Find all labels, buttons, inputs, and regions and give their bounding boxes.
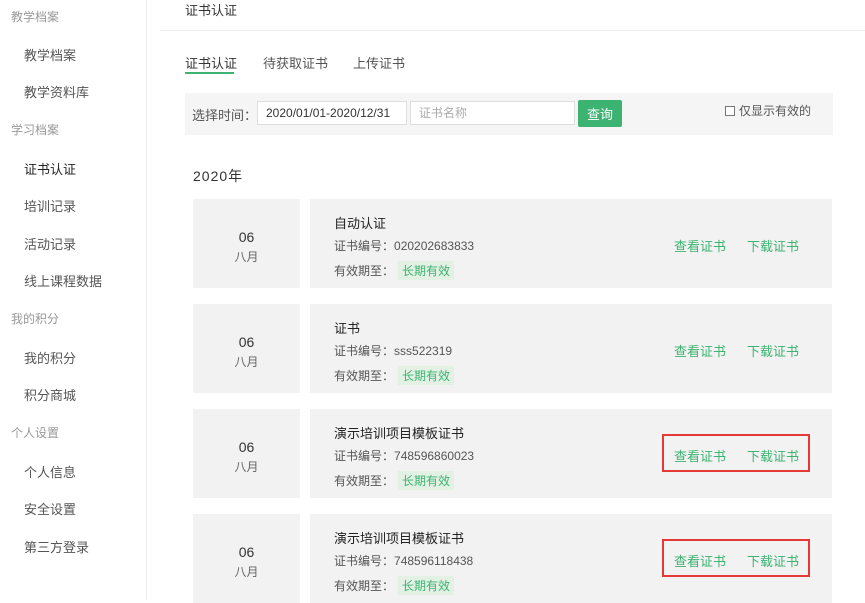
certificate-date: 06 八月 <box>193 199 300 288</box>
certificate-day: 06 <box>238 439 255 455</box>
view-certificate-link[interactable]: 查看证书 <box>674 341 726 360</box>
sidebar-item-online-course-data[interactable]: 线上课程数据 <box>24 271 102 290</box>
certificate-name: 自动认证 <box>334 216 387 231</box>
certificate-name: 演示培训项目模板证书 <box>334 531 465 546</box>
view-certificate-link[interactable]: 查看证书 <box>674 446 726 465</box>
sidebar-item-teaching-library[interactable]: 教学资料库 <box>24 82 89 101</box>
download-certificate-link[interactable]: 下载证书 <box>747 446 799 465</box>
certificate-date: 06 八月 <box>193 409 300 498</box>
certificate-name: 证书 <box>334 321 361 336</box>
certificate-card: 证书 证书编号：sss522319 有效期至： 长期有效 查看证书 下载证书 <box>310 304 832 393</box>
certificate-name: 演示培训项目模板证书 <box>334 426 465 441</box>
cert-no-value: 020202683833 <box>394 239 475 253</box>
certificate-name-input[interactable] <box>410 101 575 125</box>
certificate-date: 06 八月 <box>193 304 300 393</box>
certificate-number: 证书编号：sss522319 <box>334 342 452 359</box>
sidebar-group-label: 教学档案 <box>11 10 60 24</box>
cert-no-label: 证书编号： <box>334 239 395 253</box>
certificate-card: 演示培训项目模板证书 证书编号：748596860023 有效期至： 长期有效 查… <box>310 409 832 498</box>
sidebar: 教学档案 教学档案 教学资料库 学习档案 证书认证 培训记录 活动记录 线上课程… <box>0 0 147 600</box>
tab-upload-certificate[interactable]: 上传证书 <box>353 53 405 72</box>
certificate-number: 证书编号：748596118438 <box>334 552 473 569</box>
certificate-date: 06 八月 <box>193 514 300 603</box>
certificate-number: 证书编号：748596860023 <box>334 447 474 464</box>
date-range-input[interactable] <box>257 101 407 125</box>
checkbox-icon[interactable] <box>725 105 735 116</box>
filter-bar: 选择时间： 查询 仅显示有效的 <box>185 93 833 135</box>
tab-certificate-auth[interactable]: 证书认证 <box>185 53 237 72</box>
view-certificate-link[interactable]: 查看证书 <box>674 236 726 255</box>
valid-until-label: 有效期至： <box>334 369 395 383</box>
certificate-month: 八月 <box>234 460 259 474</box>
certificate-validity: 有效期至： 长期有效 <box>334 261 455 280</box>
sidebar-item-teaching-archive[interactable]: 教学档案 <box>24 45 76 64</box>
valid-until-label: 有效期至： <box>334 474 395 488</box>
cert-no-value: 748596860023 <box>394 449 475 463</box>
certificate-number: 证书编号：020202683833 <box>334 237 474 254</box>
main-content: 证书认证 证书认证 待获取证书 上传证书 选择时间： 查询 仅显示有效的 202… <box>146 0 865 603</box>
certificate-month: 八月 <box>234 250 259 264</box>
download-certificate-link[interactable]: 下载证书 <box>747 551 799 570</box>
only-valid-checkbox[interactable]: 仅显示有效的 <box>725 102 811 119</box>
only-valid-label: 仅显示有效的 <box>739 104 812 118</box>
status-badge: 长期有效 <box>398 576 455 595</box>
sidebar-item-my-points[interactable]: 我的积分 <box>24 348 76 367</box>
certificate-month: 八月 <box>234 565 259 579</box>
query-button[interactable]: 查询 <box>578 100 622 127</box>
certificate-day: 06 <box>238 229 255 245</box>
year-heading: 2020年 <box>193 168 244 184</box>
sidebar-group-label: 学习档案 <box>11 123 60 137</box>
status-badge: 长期有效 <box>398 366 455 385</box>
certificate-month: 八月 <box>234 355 259 369</box>
time-label: 选择时间： <box>192 108 258 123</box>
divider <box>160 30 865 31</box>
sidebar-group-label: 个人设置 <box>11 426 60 440</box>
sidebar-item-third-party-login[interactable]: 第三方登录 <box>24 537 89 556</box>
sidebar-item-training-records[interactable]: 培训记录 <box>24 196 76 215</box>
sidebar-item-personal-info[interactable]: 个人信息 <box>24 462 76 481</box>
sidebar-item-certificates[interactable]: 证书认证 <box>24 159 76 178</box>
cert-no-value: 748596118438 <box>394 554 474 568</box>
certificate-card: 演示培训项目模板证书 证书编号：748596118438 有效期至： 长期有效 查… <box>310 514 832 603</box>
certificate-day: 06 <box>238 334 255 350</box>
sidebar-item-security-settings[interactable]: 安全设置 <box>24 499 76 518</box>
certificate-validity: 有效期至： 长期有效 <box>334 366 455 385</box>
cert-no-label: 证书编号： <box>334 449 395 463</box>
status-badge: 长期有效 <box>398 261 455 280</box>
certificate-day: 06 <box>238 544 255 560</box>
certificate-validity: 有效期至： 长期有效 <box>334 471 455 490</box>
active-tab-indicator <box>185 72 234 74</box>
download-certificate-link[interactable]: 下载证书 <box>747 236 799 255</box>
status-badge: 长期有效 <box>398 471 455 490</box>
valid-until-label: 有效期至： <box>334 264 395 278</box>
cert-no-label: 证书编号： <box>334 554 395 568</box>
sidebar-item-activity-records[interactable]: 活动记录 <box>24 234 76 253</box>
valid-until-label: 有效期至： <box>334 579 395 593</box>
page-title: 证书认证 <box>185 3 238 18</box>
certificate-card: 自动认证 证书编号：020202683833 有效期至： 长期有效 查看证书 下载… <box>310 199 832 288</box>
tab-pending-certificates[interactable]: 待获取证书 <box>263 53 328 72</box>
cert-no-label: 证书编号： <box>334 344 395 358</box>
sidebar-group-label: 我的积分 <box>11 312 60 326</box>
certificate-validity: 有效期至： 长期有效 <box>334 576 455 595</box>
view-certificate-link[interactable]: 查看证书 <box>674 551 726 570</box>
sidebar-item-points-mall[interactable]: 积分商城 <box>24 385 76 404</box>
cert-no-value: sss522319 <box>394 344 453 358</box>
download-certificate-link[interactable]: 下载证书 <box>747 341 799 360</box>
